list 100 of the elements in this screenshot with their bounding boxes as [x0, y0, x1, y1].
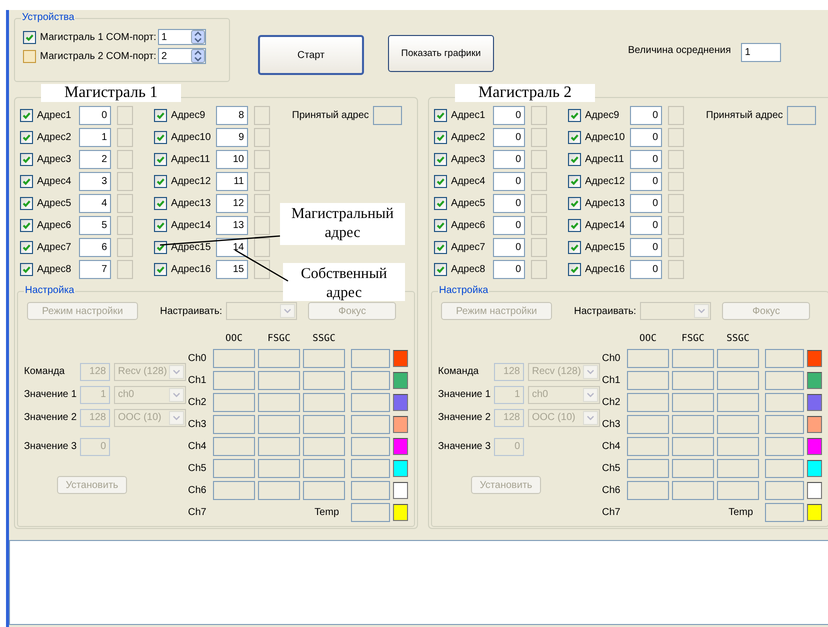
checkbox[interactable] — [20, 197, 33, 210]
spinner-arrows-icon[interactable] — [191, 49, 206, 63]
checkbox[interactable] — [20, 109, 33, 122]
value-field — [765, 437, 804, 456]
checkbox[interactable] — [154, 241, 167, 254]
address-field[interactable]: 6 — [79, 238, 111, 257]
checkbox[interactable] — [20, 131, 33, 144]
address-field[interactable]: 0 — [493, 194, 525, 213]
checkbox[interactable] — [154, 131, 167, 144]
address-field[interactable]: 0 — [493, 260, 525, 279]
address-field[interactable]: 0 — [630, 172, 662, 191]
spinner-arrows-icon[interactable] — [191, 30, 206, 44]
address-field[interactable]: 0 — [493, 150, 525, 169]
address-field[interactable]: 7 — [79, 260, 111, 279]
checkbox[interactable] — [568, 131, 581, 144]
address-field[interactable]: 0 — [493, 128, 525, 147]
value-field — [717, 481, 759, 500]
address-field[interactable]: 0 — [630, 128, 662, 147]
address-field[interactable]: 11 — [216, 172, 248, 191]
address-field[interactable]: 0 — [630, 106, 662, 125]
start-button[interactable]: Старт — [258, 35, 364, 75]
bus-label: Магистраль 2 — [40, 50, 104, 62]
checkbox[interactable] — [568, 109, 581, 122]
checkbox[interactable] — [568, 219, 581, 232]
address-field[interactable]: 0 — [630, 216, 662, 235]
temp-field — [765, 503, 804, 522]
value-field — [213, 371, 255, 390]
checkbox[interactable] — [20, 219, 33, 232]
caret-icon — [583, 364, 598, 378]
readout-field — [254, 238, 270, 257]
address-field[interactable]: 0 — [493, 216, 525, 235]
checkbox[interactable] — [434, 219, 447, 232]
channel-label: Ch4 — [188, 441, 208, 452]
checkbox[interactable] — [568, 263, 581, 276]
checkbox[interactable] — [154, 197, 167, 210]
averaging-field[interactable]: 1 — [740, 43, 781, 62]
value-field — [672, 481, 714, 500]
address-field[interactable]: 0 — [79, 106, 111, 125]
readout-field — [254, 194, 270, 213]
value-field — [765, 481, 804, 500]
value-field — [351, 437, 390, 456]
received-address-field — [372, 106, 402, 125]
address-field[interactable]: 0 — [493, 238, 525, 257]
checkbox[interactable] — [434, 197, 447, 210]
readout-field — [117, 260, 133, 279]
address-field[interactable]: 12 — [216, 194, 248, 213]
address-field[interactable]: 4 — [79, 194, 111, 213]
address-field[interactable]: 2 — [79, 150, 111, 169]
checkbox[interactable] — [434, 109, 447, 122]
value-field — [351, 349, 390, 368]
address-field[interactable]: 5 — [79, 216, 111, 235]
address-field[interactable]: 15 — [216, 260, 248, 279]
checkbox[interactable] — [20, 241, 33, 254]
checkbox[interactable] — [23, 30, 36, 44]
caret-icon — [169, 388, 184, 402]
value-field — [303, 393, 345, 412]
value-field — [627, 415, 669, 434]
value-field — [717, 349, 759, 368]
show-graphs-button[interactable]: Показать графики — [388, 35, 494, 72]
checkbox[interactable] — [568, 197, 581, 210]
port-spinner[interactable]: 2 — [158, 48, 206, 64]
address-field[interactable]: 0 — [493, 106, 525, 125]
address-field[interactable]: 0 — [630, 194, 662, 213]
value-field — [213, 459, 255, 478]
checkbox[interactable] — [154, 263, 167, 276]
checkbox[interactable] — [20, 175, 33, 188]
checkbox[interactable] — [20, 263, 33, 276]
parameter-label: Значение 2 — [438, 412, 492, 423]
readout-field — [117, 106, 133, 125]
checkbox[interactable] — [434, 241, 447, 254]
checkbox[interactable] — [434, 153, 447, 166]
channel-label: Ch7 — [602, 507, 622, 518]
checkbox[interactable] — [434, 175, 447, 188]
address-field[interactable]: 8 — [216, 106, 248, 125]
address-field[interactable]: 13 — [216, 216, 248, 235]
address-field[interactable]: 0 — [493, 172, 525, 191]
address-field[interactable]: 9 — [216, 128, 248, 147]
checkbox[interactable] — [20, 153, 33, 166]
address-field[interactable]: 0 — [630, 238, 662, 257]
checkbox[interactable] — [568, 241, 581, 254]
checkbox[interactable] — [568, 153, 581, 166]
checkbox[interactable] — [568, 175, 581, 188]
address-field[interactable]: 14 — [216, 238, 248, 257]
checkbox[interactable] — [154, 153, 167, 166]
column-header: ООС — [224, 332, 244, 346]
checkbox[interactable] — [434, 131, 447, 144]
port-spinner[interactable]: 1 — [158, 29, 206, 45]
checkbox[interactable] — [154, 109, 167, 122]
address-label: Адрес9 — [585, 110, 620, 121]
address-field[interactable]: 0 — [630, 260, 662, 279]
value-field — [258, 393, 300, 412]
address-field[interactable]: 0 — [630, 150, 662, 169]
checkbox[interactable] — [434, 263, 447, 276]
address-field[interactable]: 10 — [216, 150, 248, 169]
address-field[interactable]: 3 — [79, 172, 111, 191]
checkbox[interactable] — [154, 175, 167, 188]
checkbox[interactable] — [154, 219, 167, 232]
value-field — [258, 371, 300, 390]
address-field[interactable]: 1 — [79, 128, 111, 147]
checkbox[interactable] — [23, 50, 36, 62]
